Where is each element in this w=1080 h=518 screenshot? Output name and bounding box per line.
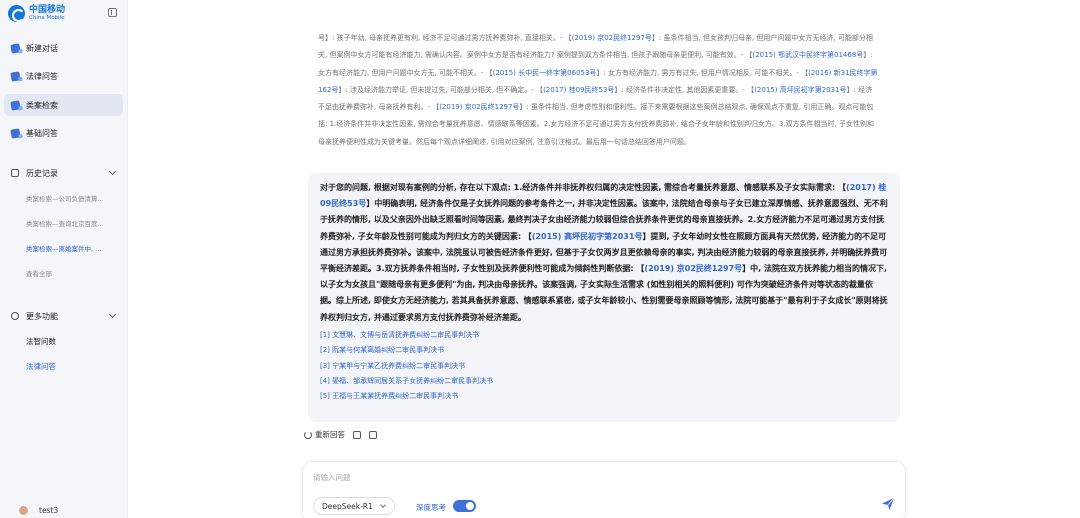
send-icon: [882, 497, 895, 510]
more-title: 更多功能: [26, 311, 58, 321]
reasoning-text: 号】: 孩子年幼, 母亲抚养更有利, 经济不足可通过男方抚养费弥补, 直接相关。…: [318, 30, 878, 151]
new-chat-icon: [10, 42, 21, 54]
history-item[interactable]: 类案检索—离婚案件中, ...: [26, 243, 112, 253]
reasoning-segment: 】: 涉及经济能力举证, 但未提过失, 可能部分相关, 但不确定。- 【: [338, 85, 544, 94]
nav-case-search[interactable]: 类案检索: [4, 94, 123, 116]
chevron-down-icon: [108, 167, 117, 176]
history-section-toggle[interactable]: 历史记录: [11, 166, 119, 180]
china-mobile-logo-icon: [8, 5, 25, 22]
regenerate-button[interactable]: 重新回答: [315, 429, 345, 440]
citation-link[interactable]: [5] 王福与王某某抚养费纠纷二审民事判决书: [320, 389, 888, 404]
citation-link[interactable]: [2] 阮某与何某离婚纠纷二审民事判决书: [320, 343, 888, 358]
logo: 中国移动 China Mobile: [8, 5, 65, 22]
case-link[interactable]: (2017) 桂09民终53号: [543, 86, 614, 94]
case-link[interactable]: (2015) 高坪民初字第2031号: [754, 86, 846, 94]
case-link[interactable]: (2015) 高坪民初字第2031号: [532, 232, 643, 241]
logo-cn-text: 中国移动: [29, 4, 66, 15]
user-name: test3: [39, 506, 59, 515]
reasoning-segment: 】: 女方有经济能力, 男方有过失, 但用户情况相反, 可能不相关。- 【: [596, 68, 809, 77]
citation-link[interactable]: [4] 晏福、邹承辉同居关系子女抚养纠纷二审民事判决书: [320, 374, 888, 389]
answer-actions: 重新回答: [304, 429, 377, 440]
chat-input-box: 请输入问题 DeepSeek-R1 深度思考: [302, 461, 906, 518]
history-item[interactable]: 类案检索—查询北京百度...: [26, 218, 112, 228]
model-select-value: DeepSeek-R1: [322, 501, 373, 511]
case-link[interactable]: (2019) 京02民终1297号: [572, 34, 652, 42]
legal-qa-icon: [10, 70, 21, 82]
citation-link[interactable]: [1] 文慧琳、文博与岳清抚养费纠纷二审民事判决书: [320, 328, 888, 343]
model-select[interactable]: DeepSeek-R1: [313, 497, 395, 515]
nav-legal-qa[interactable]: 法律问答: [4, 65, 123, 87]
nav-label: 基础问答: [26, 128, 58, 138]
history-view-all[interactable]: 查看全部: [26, 268, 112, 278]
nav-label: 法律问答: [26, 71, 58, 81]
nav-label: 新建对话: [26, 43, 58, 53]
case-link[interactable]: (2015) 长中民一终字第06053号: [493, 69, 597, 77]
nav-label: 类案检索: [26, 100, 58, 110]
reasoning-segment: 】: 经济条件非决定性, 其他因素更重要。- 【: [614, 85, 755, 94]
send-button[interactable]: [881, 496, 895, 510]
chevron-down-icon: [380, 502, 386, 508]
answer-segment: 对于您的问题, 根据对现有案例的分析, 存在以下观点: 1.经济条件并非抚养权归…: [320, 183, 847, 192]
logo-en-text: China Mobile: [29, 14, 65, 21]
question-input[interactable]: 请输入问题: [313, 472, 351, 483]
history-title: 历史记录: [26, 168, 58, 178]
case-link[interactable]: (2019) 京02民终1297号: [439, 103, 519, 111]
chevron-down-icon: [108, 310, 117, 319]
thumbs-up-icon[interactable]: [353, 430, 361, 439]
history-item[interactable]: 类案检索—公司负债清算...: [26, 193, 112, 203]
more-features-icon: [11, 312, 19, 320]
citation-list: [1] 文慧琳、文博与岳清抚养费纠纷二审民事判决书 [2] 阮某与何某离婚纠纷二…: [320, 328, 888, 405]
refresh-icon[interactable]: [304, 430, 312, 439]
nav-new-chat[interactable]: 新建对话: [4, 37, 123, 59]
case-link[interactable]: (2019) 京02民终1297号: [644, 264, 742, 273]
sidebar-collapse-icon[interactable]: [108, 8, 117, 17]
case-link[interactable]: (2015) 鄂武汉中民终字第01468号: [753, 51, 864, 59]
avatar: [18, 505, 29, 516]
more-item-legal-qa[interactable]: 法律问答: [26, 361, 56, 372]
more-item-data-query[interactable]: 法智问数: [26, 336, 56, 347]
history-icon: [11, 169, 19, 177]
reasoning-segment: 号】: 孩子年幼, 母亲抚养更有利, 经济不足可通过男方抚养费弥补, 直接相关。…: [318, 34, 572, 42]
thumbs-down-icon[interactable]: [369, 430, 377, 439]
basic-qa-icon: [10, 127, 21, 139]
user-profile[interactable]: test3: [18, 505, 58, 516]
answer-body: 对于您的问题, 根据对现有案例的分析, 存在以下观点: 1.经济条件并非抚养权归…: [320, 180, 888, 326]
more-section-toggle[interactable]: 更多功能: [11, 309, 119, 323]
citation-link[interactable]: [3] 宁某甲与宁某乙抚养费纠纷二审民事判决书: [320, 359, 888, 374]
deep-think-toggle[interactable]: [453, 500, 476, 512]
case-search-icon: [10, 99, 21, 111]
sidebar: 中国移动 China Mobile 新建对话 法律问答 类案检索 基础问答 历史…: [0, 0, 128, 518]
answer-card: 对于您的问题, 根据对现有案例的分析, 存在以下观点: 1.经济条件并非抚养权归…: [308, 173, 900, 422]
deep-think-label: 深度思考: [416, 503, 446, 512]
nav-basic-qa[interactable]: 基础问答: [4, 122, 123, 144]
